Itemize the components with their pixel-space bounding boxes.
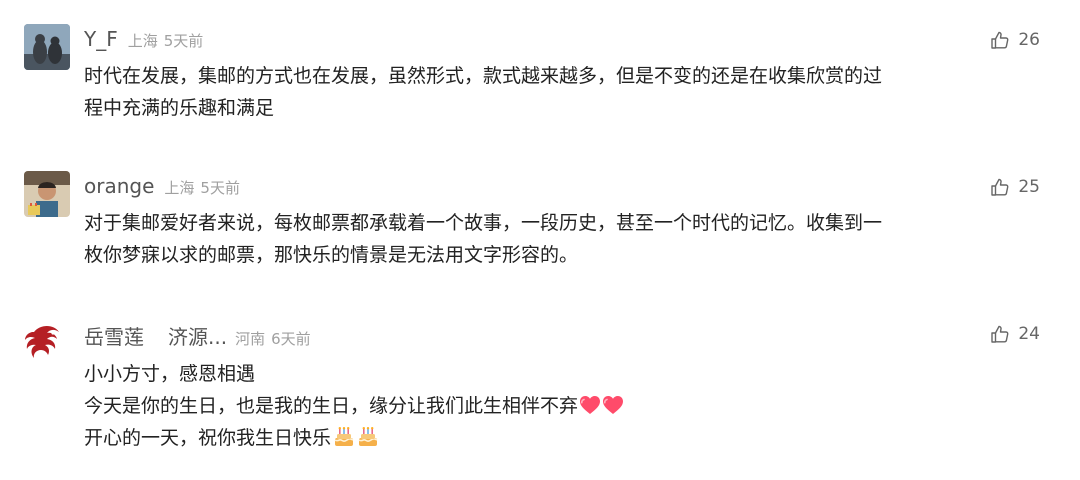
cake-icon (358, 427, 378, 446)
location: 上海 (127, 32, 158, 50)
like-button[interactable]: 25 (990, 177, 1040, 197)
comment-line: 小小方寸，感恩相遇 (84, 358, 1044, 390)
comment-text: 时代在发展，集邮的方式也在发展，虽然形式，款式越来越多，但是不变的还是在收集欣赏… (84, 60, 1044, 124)
comment-line-text: 今天是你的生日，也是我的生日，缘分让我们此生相伴不弃 (84, 395, 579, 417)
comment-line-text: 小小方寸，感恩相遇 (84, 363, 256, 385)
comment-text: 对于集邮爱好者来说，每枚邮票都承载着一个故事，一段历史，甚至一个时代的记忆。收集… (84, 207, 1044, 271)
comment-line: 枚你梦寐以求的邮票，那快乐的情景是无法用文字形容的。 (84, 244, 579, 266)
cake-icon (334, 427, 354, 446)
comment-line: 开心的一天，祝你我生日快乐 (84, 422, 1044, 454)
heart-icon (580, 396, 601, 414)
comment-meta: orange 上海 5天前 (84, 174, 240, 202)
comment-line: 时代在发展，集邮的方式也在发展，虽然形式，款式越来越多，但是不变的还是在收集欣赏… (84, 65, 883, 87)
like-button[interactable]: 24 (990, 324, 1040, 344)
comment-line: 今天是你的生日，也是我的生日，缘分让我们此生相伴不弃 (84, 390, 1044, 422)
thumbs-up-icon (991, 325, 1009, 343)
source-tag[interactable]: 济源... (168, 321, 227, 350)
like-count: 26 (1018, 30, 1040, 50)
like-count: 24 (1018, 324, 1040, 344)
location: 上海 (164, 179, 195, 197)
avatar[interactable] (24, 171, 70, 217)
like-button[interactable]: 26 (990, 30, 1040, 50)
comment-line: 程中充满的乐趣和满足 (84, 97, 275, 119)
comment-meta: Y_F 上海 5天前 (84, 27, 203, 55)
username[interactable]: Y_F (84, 27, 118, 51)
username[interactable]: 岳雪莲 (84, 321, 144, 350)
heart-icon (603, 396, 624, 414)
comment-line-text: 开心的一天，祝你我生日快乐 (84, 427, 332, 449)
avatar[interactable] (24, 318, 70, 364)
username[interactable]: orange (84, 174, 154, 198)
timestamp: 5天前 (163, 32, 204, 50)
thumbs-up-icon (991, 31, 1009, 49)
timestamp: 5天前 (200, 179, 240, 197)
avatar[interactable] (24, 24, 70, 70)
comment-meta: 岳雪莲 济源... 河南 6天前 (84, 321, 311, 349)
location: 河南 (235, 330, 266, 348)
comment-text: 小小方寸，感恩相遇 今天是你的生日，也是我的生日，缘分让我们此生相伴不弃 开心的… (84, 358, 1044, 454)
thumbs-up-icon (991, 178, 1009, 196)
timestamp: 6天前 (271, 330, 311, 348)
like-count: 25 (1018, 177, 1040, 197)
comment-line: 对于集邮爱好者来说，每枚邮票都承载着一个故事，一段历史，甚至一个时代的记忆。收集… (84, 212, 883, 234)
